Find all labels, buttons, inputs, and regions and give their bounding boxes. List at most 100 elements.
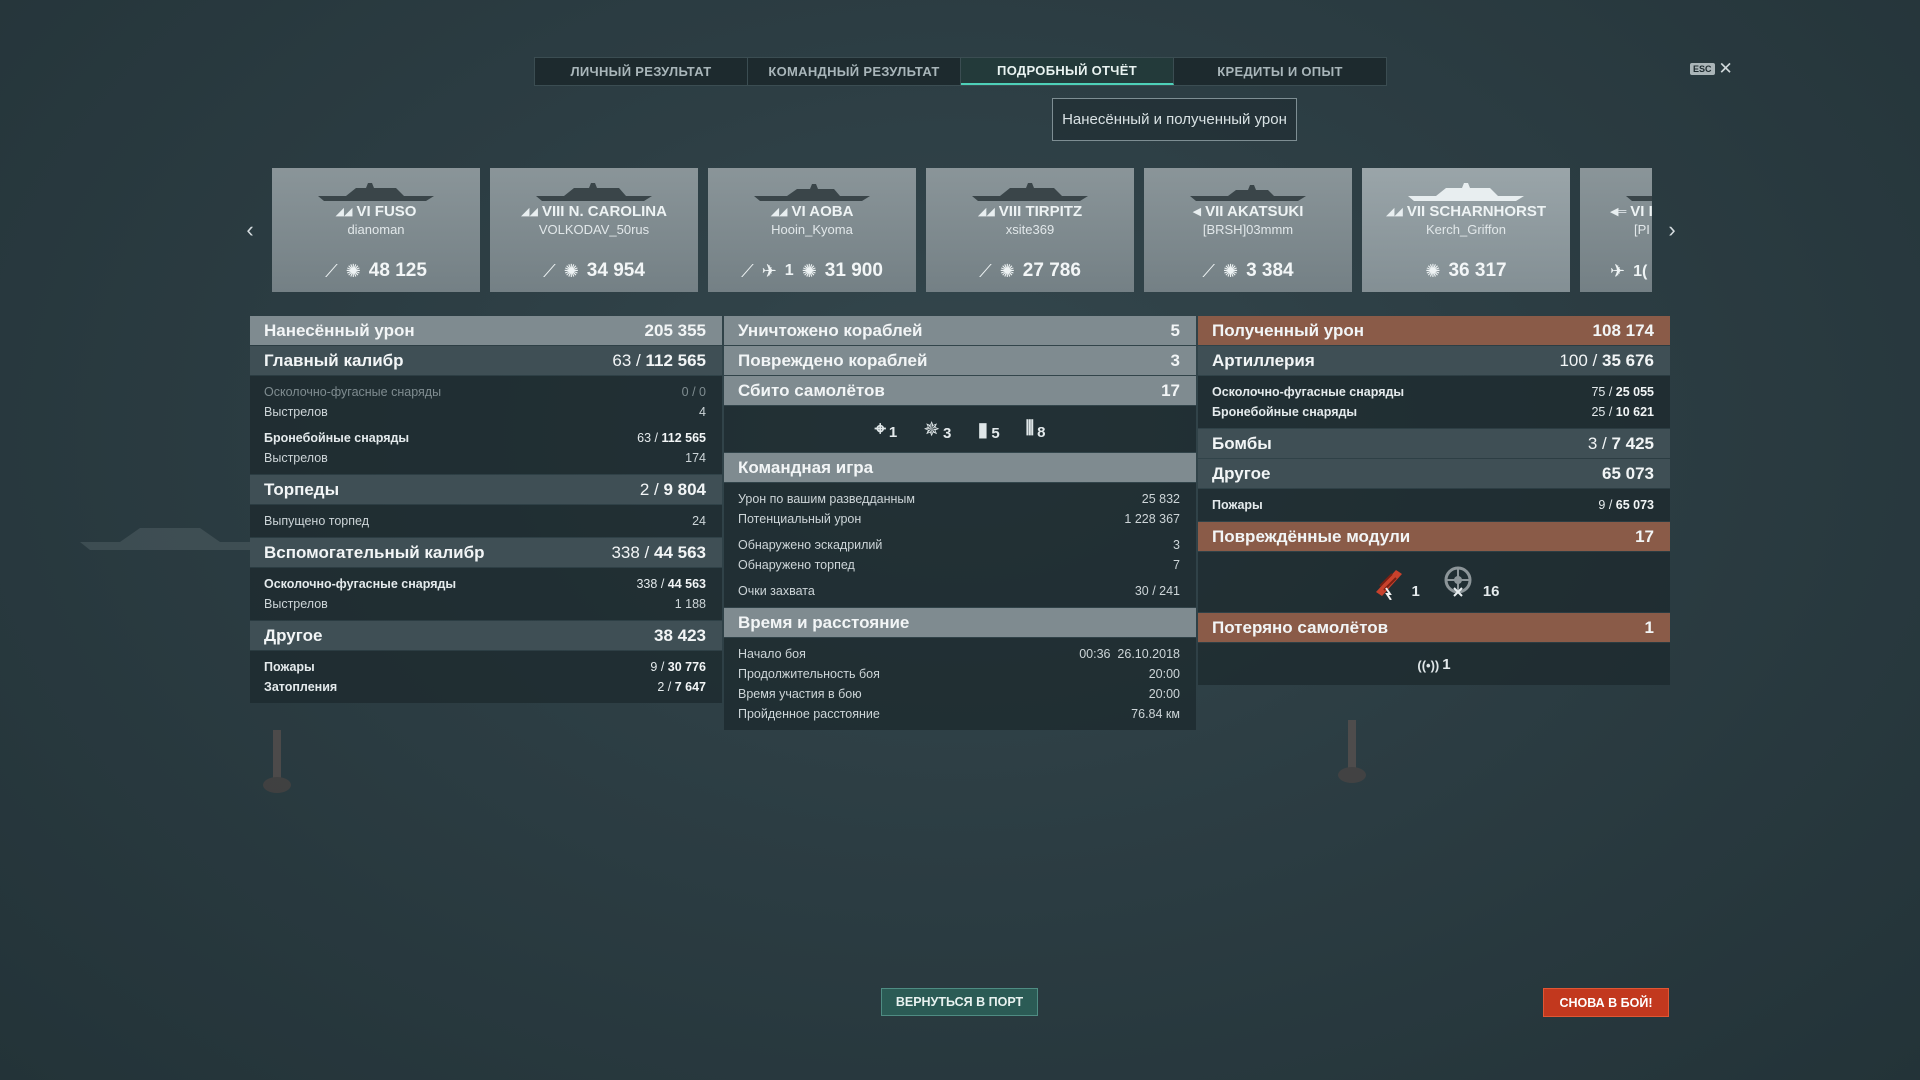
section-title: Повреждено кораблей	[738, 350, 928, 370]
results-tab-bar: ЛИЧНЫЙ РЕЗУЛЬТАТ КОМАНДНЫЙ РЕЗУЛЬТАТ ПОД…	[534, 57, 1387, 86]
stat-value: 338 / 44 563	[636, 577, 706, 591]
carousel-prev-button[interactable]: ‹	[240, 216, 260, 244]
stat-value: 9 / 65 073	[1598, 498, 1654, 512]
stat-value: 75 / 25 055	[1591, 385, 1654, 399]
damage-dealt-header: Нанесённый урон 205 355	[250, 316, 722, 345]
ship-card[interactable]: ◢◢ VI AOBA Hooin_Kyoma ⟋ ✈ 1 ✺ 31 900	[708, 168, 916, 292]
stat-label: Пожары	[264, 660, 315, 674]
ship-name-row: ◢◢ VI FUSO	[272, 203, 480, 220]
ship-card-partial[interactable]: ◀═ VI I [PI ✈ 1(	[1580, 168, 1652, 292]
ship-card[interactable]: ◢◢ VIII N. CAROLINA VOLKODAV_50rus ⟋ ✺ 3…	[490, 168, 698, 292]
stat-label: Время участия в бою	[738, 687, 862, 701]
stat-row: Бронебойные снаряды 63 / 112 565	[264, 428, 706, 448]
tab-detailed-report[interactable]: ПОДРОБНЫЙ ОТЧЁТ	[961, 58, 1174, 85]
hits: 338	[611, 542, 640, 562]
damage-icon: ✺	[1222, 260, 1239, 281]
ship-card-selected[interactable]: ◢◢ VII SCHARNHORST Kerch_Griffon ✺ 36 31…	[1362, 168, 1570, 292]
planes-shot-down-icon: ✈	[761, 260, 777, 281]
main-battery-header: Главный калибр 63 / 112 565	[250, 346, 722, 375]
section-title: Нанесённый урон	[264, 320, 415, 340]
damage-icon: ✺	[345, 260, 361, 281]
return-to-port-button[interactable]: ВЕРНУТЬСЯ В ПОРТ	[881, 988, 1038, 1016]
planes-shot-down-count: 1(	[1633, 262, 1648, 280]
separator: /	[1605, 498, 1616, 512]
ship-name: VII SCHARNHORST	[1406, 203, 1547, 220]
time-distance-details: Начало боя 00:36 26.10.2018 Продолжительн…	[724, 638, 1196, 730]
ship-card[interactable]: ◢◢ VIII TIRPITZ xsite369 ⟋ ✺ 27 786	[926, 168, 1134, 292]
plane-kill-count: 8	[1037, 423, 1046, 441]
bomb-icon: ▮	[977, 418, 989, 441]
section-title: Главный калибр	[264, 350, 404, 370]
fighter-crosshair-icon: ⌖	[874, 417, 886, 440]
stat-value: 174	[685, 451, 706, 465]
damage-received-header: Полученный урон 108 174	[1198, 316, 1670, 345]
damage-icon: ✺	[1425, 260, 1441, 281]
stat-label: Урон по вашим разведданным	[738, 492, 915, 506]
stat-label: Начало боя	[738, 647, 806, 661]
ship-stats: ⟋ ✺ 3 384	[1144, 260, 1352, 282]
main-battery-details: Осколочно-фугасные снаряды 0 / 0 Выстрело…	[250, 376, 722, 474]
stat-label: Обнаружено эскадрилий	[738, 538, 883, 552]
bombs-header: Бомбы 3 / 7 425	[1198, 429, 1670, 458]
stat-label: Бронебойные снаряды	[1212, 405, 1358, 419]
stat-row: Начало боя 00:36 26.10.2018	[738, 644, 1180, 664]
tab-personal-result[interactable]: ЛИЧНЫЙ РЕЗУЛЬТАТ	[535, 58, 748, 85]
hits: 63	[612, 350, 632, 370]
ships-destroyed-header: Уничтожено кораблей 5	[724, 316, 1196, 345]
cruiser-icon: ◢◢	[770, 206, 788, 218]
carousel-next-button[interactable]: ›	[1662, 216, 1682, 244]
tab-team-result[interactable]: КОМАНДНЫЙ РЕЗУЛЬТАТ	[748, 58, 961, 85]
close-icon: ✕	[1718, 59, 1733, 78]
stat-row: Выпущено торпед 24	[264, 511, 706, 531]
background-buoy	[263, 730, 291, 793]
section-title: Торпеды	[264, 479, 340, 499]
ship-card[interactable]: ◀ VII AKATSUKI [BRSH]03mmm ⟋ ✺ 3 384	[1144, 168, 1352, 292]
torpedoes-header: Торпеды 2 / 9 804	[250, 475, 722, 504]
spotter-plane-icon: ((•))	[1417, 657, 1440, 673]
ship-silhouette-icon	[318, 183, 434, 201]
plane-kill-count: 3	[942, 424, 952, 442]
plane-kill-item: ✵ 3	[923, 417, 951, 442]
damage: 112 565	[661, 431, 707, 445]
plane-kill-item: ⫴ 8	[1026, 418, 1046, 441]
section-title: Время и расстояние	[738, 612, 910, 632]
stat-row: Выстрелов 174	[264, 448, 706, 468]
battleship-icon: ◢◢	[521, 206, 538, 218]
ship-damage: 36 317	[1448, 260, 1507, 281]
stat-row: Пожары 9 / 30 776	[264, 657, 706, 677]
report-type-dropdown[interactable]: Нанесённый и полученный урон	[1052, 98, 1297, 141]
ship-silhouette-icon	[972, 183, 1088, 201]
main-battery-icon: ⟋	[325, 260, 338, 281]
damage: 7 647	[674, 680, 706, 694]
close-button[interactable]: ESC ✕	[1690, 60, 1733, 77]
separator: /	[649, 479, 664, 499]
tab-credits-xp[interactable]: КРЕДИТЫ И ОПЫТ	[1174, 58, 1386, 85]
ship-silhouette-icon	[754, 184, 870, 201]
battleship-icon: ◢◢	[977, 206, 995, 218]
stat-label: Выстрелов	[264, 405, 328, 419]
ship-card[interactable]: ◢◢ VI FUSO dianoman ⟋ ✺ 48 125	[272, 168, 480, 292]
plane-kill-item: ▮ 5	[977, 417, 999, 442]
artillery-details: Осколочно-фугасные снаряды 75 / 25 055 Бр…	[1198, 376, 1670, 428]
stat-value: 24	[692, 514, 706, 528]
separator: /	[657, 577, 668, 591]
ship-name: VII AKATSUKI	[1205, 203, 1304, 220]
stat-label: Пожары	[1212, 498, 1263, 512]
main-battery-icon: ⟋	[543, 260, 556, 281]
stat-label: Продолжительность боя	[738, 667, 880, 681]
battle-again-button[interactable]: СНОВА В БОЙ!	[1543, 988, 1669, 1017]
main-battery-icon: ⟋	[979, 260, 992, 281]
stat-row: Время участия в бою 20:00	[738, 684, 1180, 704]
steering-damage-icon	[1444, 566, 1472, 597]
player-name: xsite369	[1005, 222, 1055, 237]
ship-stats: ⟋ ✺ 34 954	[490, 260, 698, 282]
section-total: 38 423	[654, 625, 706, 645]
section-value: 338 / 44 563	[611, 543, 706, 563]
ship-stats: ✈ 1(	[1580, 261, 1652, 282]
stat-value: 20:00	[1148, 667, 1180, 681]
section-value: 100 / 35 676	[1559, 351, 1654, 371]
stat-row: Потенциальный урон 1 228 367	[738, 509, 1180, 529]
section-title: Бомбы	[1212, 433, 1272, 453]
stat-value: 25 / 10 621	[1591, 405, 1654, 419]
stat-row: Обнаружено торпед 7	[738, 555, 1180, 575]
